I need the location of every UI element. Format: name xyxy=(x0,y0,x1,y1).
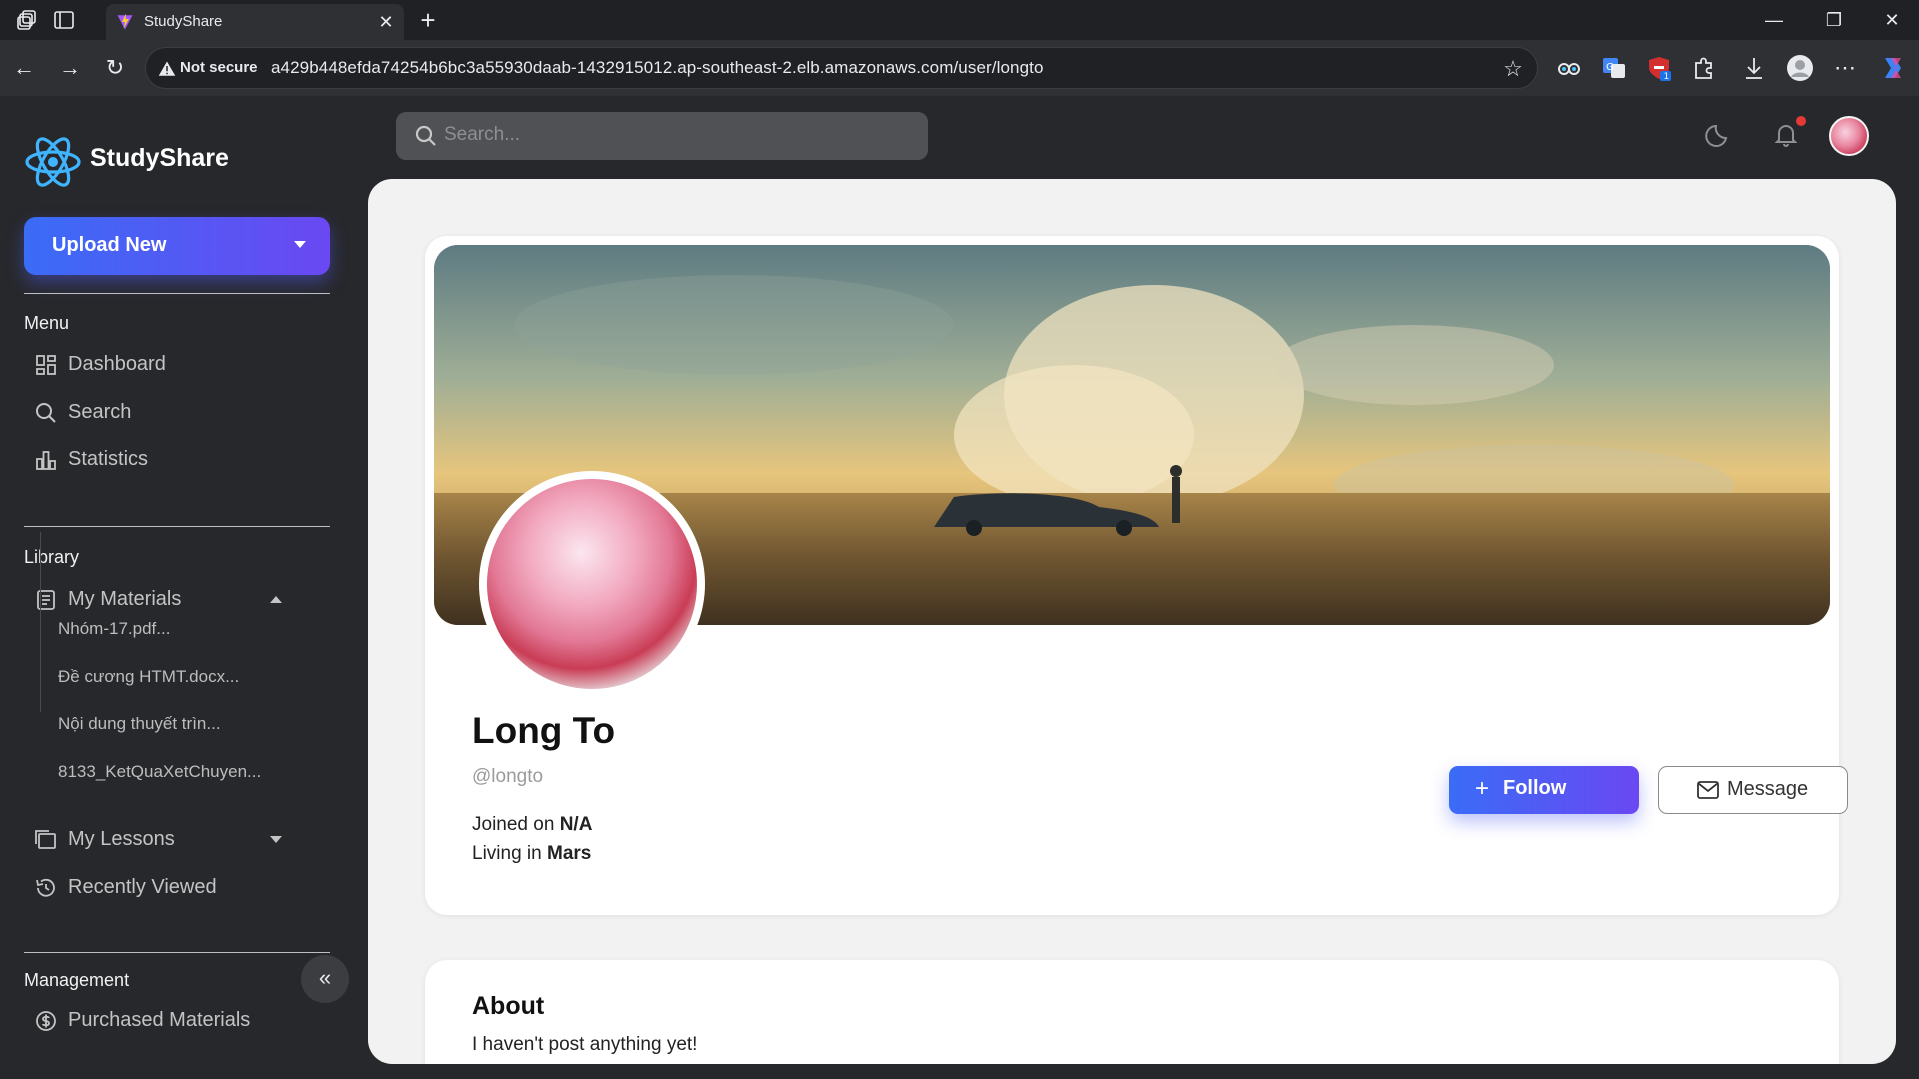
sidebar-item-search[interactable]: Search xyxy=(34,397,334,429)
extension-badge: 1 xyxy=(1664,72,1670,82)
more-menu-icon[interactable]: ⋯ xyxy=(1831,54,1859,82)
back-arrow-icon[interactable]: ← xyxy=(10,54,38,82)
upload-new-button[interactable]: Upload New xyxy=(24,217,330,275)
maximize-icon[interactable]: ❐ xyxy=(1822,8,1846,32)
extension-glasses-icon[interactable] xyxy=(1555,54,1583,82)
chevron-up-icon xyxy=(270,596,282,603)
sidebar-divider xyxy=(24,952,330,953)
sidebar-item-label: My Materials xyxy=(68,588,182,610)
not-secure-label[interactable]: Not secure xyxy=(180,59,258,76)
statistics-icon xyxy=(36,451,56,470)
dark-mode-moon-icon[interactable] xyxy=(1704,118,1736,150)
joined-info: Joined on N/A xyxy=(472,814,592,836)
download-icon[interactable] xyxy=(1740,54,1768,82)
sidebar-item-label: Dashboard xyxy=(68,353,166,375)
sidebar-item-label: My Lessons xyxy=(68,828,175,850)
library-section-title: Library xyxy=(24,547,80,567)
menu-section-title: Menu xyxy=(24,313,70,333)
sidebar-item-statistics[interactable]: Statistics xyxy=(34,444,334,476)
extensions-puzzle-icon[interactable] xyxy=(1690,54,1718,82)
location-info: Living in Mars xyxy=(472,843,591,865)
material-item[interactable]: Đề cương HTMT.docx... xyxy=(58,667,239,687)
sidebar-item-my-materials[interactable]: My Materials xyxy=(34,584,334,616)
mail-icon xyxy=(1697,781,1719,799)
svg-text:G: G xyxy=(1606,62,1614,73)
main-content: Long To @longto Joined on N/A Living in … xyxy=(368,179,1896,1064)
search-placeholder: Search... xyxy=(444,124,521,145)
minimize-icon[interactable]: — xyxy=(1762,8,1786,32)
location-label: Living in xyxy=(472,843,547,864)
upload-new-label: Upload New xyxy=(52,234,167,256)
sidebar-item-dashboard[interactable]: Dashboard xyxy=(34,349,334,381)
chevron-down-icon xyxy=(270,836,282,843)
material-item[interactable]: 8133_KetQuaXetChuyen... xyxy=(58,762,261,782)
sidebar-item-label: Purchased Materials xyxy=(68,1009,251,1031)
search-icon xyxy=(415,125,436,146)
notification-dot xyxy=(1796,116,1806,126)
dollar-circle-icon xyxy=(36,1011,56,1031)
profile-name: Long To xyxy=(472,710,616,751)
forward-arrow-icon[interactable]: → xyxy=(56,54,84,82)
sidebar-item-purchased-materials[interactable]: Purchased Materials xyxy=(34,1005,334,1037)
message-label: Message xyxy=(1727,778,1809,800)
sidebar-divider xyxy=(24,526,330,527)
search-icon xyxy=(36,403,56,423)
material-item[interactable]: Nhóm-17.pdf... xyxy=(58,619,170,639)
bookmark-star-icon[interactable]: ☆ xyxy=(1501,57,1525,81)
about-text: I haven't post anything yet! xyxy=(472,1034,698,1055)
studyshare-logo-icon[interactable] xyxy=(24,134,82,190)
plus-icon: + xyxy=(1475,775,1490,802)
sidebar: StudyShare Upload New Menu Dashboard Sea… xyxy=(0,96,360,1079)
lessons-folder-icon xyxy=(35,830,56,849)
brand-name[interactable]: StudyShare xyxy=(90,144,229,173)
url-text[interactable]: a429b448efda74254b6bc3a55930daab-1432915… xyxy=(271,58,1044,78)
history-icon xyxy=(36,878,55,897)
sidebar-item-label: Statistics xyxy=(68,448,149,470)
reload-icon[interactable]: ↻ xyxy=(101,54,129,82)
tab-actions-icon[interactable] xyxy=(52,8,76,32)
window-close-icon[interactable]: ✕ xyxy=(1880,8,1904,32)
about-card: About I haven't post anything yet! xyxy=(425,960,1839,1064)
tab-close-icon[interactable]: ✕ xyxy=(376,12,396,32)
material-item[interactable]: Nội dung thuyết trìn... xyxy=(58,714,221,734)
sidebar-item-recently-viewed[interactable]: Recently Viewed xyxy=(34,872,334,904)
collapse-sidebar-button[interactable]: « xyxy=(301,955,349,1003)
chevron-down-icon xyxy=(294,241,306,248)
browser-tab-active[interactable]: StudyShare ✕ xyxy=(106,4,404,40)
new-tab-button[interactable]: + xyxy=(414,6,442,34)
translate-extension-icon[interactable]: G xyxy=(1600,54,1628,82)
message-button[interactable]: Message xyxy=(1658,766,1848,814)
follow-label: Follow xyxy=(1503,777,1567,799)
blocker-extension-icon[interactable]: 1 xyxy=(1645,54,1673,82)
vite-favicon-icon xyxy=(117,13,133,30)
browser-profile-icon[interactable] xyxy=(1786,54,1814,82)
dashboard-icon xyxy=(36,355,56,375)
browser-toolbar: ← → ↻ Not secure a429b448efda74254b6bc3a… xyxy=(0,40,1919,96)
joined-label: Joined on xyxy=(472,814,560,835)
sidebar-divider xyxy=(24,293,330,294)
location-value: Mars xyxy=(547,843,592,864)
tab-title: StudyShare xyxy=(144,13,223,30)
copilot-icon[interactable] xyxy=(1879,54,1907,82)
management-section-title: Management xyxy=(24,970,130,990)
sidebar-item-my-lessons[interactable]: My Lessons xyxy=(34,824,334,856)
workspaces-icon[interactable] xyxy=(16,8,40,32)
joined-value: N/A xyxy=(559,814,593,835)
address-bar[interactable]: Not secure a429b448efda74254b6bc3a55930d… xyxy=(145,47,1538,89)
profile-avatar[interactable] xyxy=(479,471,705,697)
follow-button[interactable]: + Follow xyxy=(1449,766,1639,814)
document-icon xyxy=(37,590,55,610)
browser-tab-strip: StudyShare ✕ + — ❐ ✕ xyxy=(0,0,1919,40)
warning-icon[interactable] xyxy=(158,60,176,78)
search-input[interactable]: Search... xyxy=(396,112,928,160)
app-shell: StudyShare Upload New Menu Dashboard Sea… xyxy=(0,96,1919,1079)
sidebar-item-label: Recently Viewed xyxy=(68,876,217,898)
user-avatar[interactable] xyxy=(1829,116,1869,156)
about-title: About xyxy=(472,992,545,1020)
profile-handle: @longto xyxy=(472,766,544,787)
sidebar-item-label: Search xyxy=(68,401,132,423)
profile-card: Long To @longto Joined on N/A Living in … xyxy=(425,236,1848,915)
materials-tree-line xyxy=(40,532,41,712)
